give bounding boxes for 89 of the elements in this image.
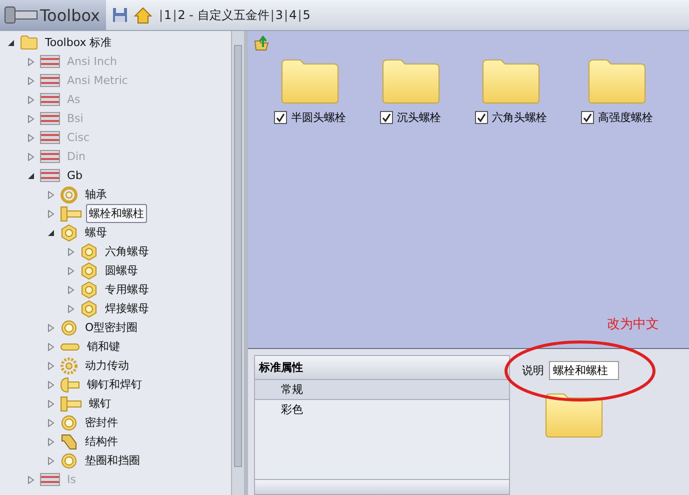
breadcrumb-link[interactable]: 4 [289, 8, 297, 22]
description-field[interactable]: 螺栓和螺柱 [549, 361, 619, 380]
property-row[interactable]: 常规 [255, 380, 509, 400]
tree-item[interactable]: 垫圈和挡圈 [82, 451, 143, 470]
rivet-icon [60, 376, 80, 392]
collapse-arrow-icon[interactable] [26, 172, 36, 180]
breadcrumb-link[interactable]: 3 [275, 8, 284, 22]
collapse-arrow-icon[interactable] [46, 228, 56, 236]
expand-arrow-icon[interactable] [66, 304, 76, 312]
bearing-icon [60, 186, 78, 204]
expand-arrow-icon[interactable] [46, 400, 56, 408]
flag-icon [40, 150, 60, 163]
tree-item[interactable]: 六角螺母 [102, 242, 152, 261]
expand-arrow-icon[interactable] [46, 190, 56, 198]
annotation-text: 改为中文 [607, 316, 659, 333]
gear-icon [60, 356, 78, 374]
checkbox[interactable] [581, 111, 594, 124]
breadcrumb-link[interactable]: 5 [302, 8, 310, 22]
app-title: Toolbox [40, 6, 100, 24]
tree-item[interactable]: 专用螺母 [102, 280, 152, 299]
nut-icon [80, 242, 98, 260]
tree-item[interactable]: 结构件 [82, 432, 121, 451]
tree-item[interactable]: 密封件 [82, 413, 121, 432]
folder-label: 半圆头螺栓 [291, 110, 346, 125]
checkbox[interactable] [475, 111, 488, 124]
scrollbar[interactable] [231, 31, 244, 495]
separator-text: | [269, 8, 276, 22]
expand-arrow-icon[interactable] [46, 210, 56, 218]
flag-icon [40, 169, 60, 182]
flag-icon [40, 74, 60, 87]
folder-icon [20, 35, 38, 50]
nut-icon [80, 280, 98, 298]
tree-item[interactable]: 圆螺母 [102, 261, 141, 280]
scrollbar-thumb[interactable] [234, 45, 242, 467]
ring-icon [60, 414, 78, 432]
field-label: 说明 [522, 363, 544, 378]
checkbox[interactable] [380, 111, 393, 124]
expand-arrow-icon[interactable] [66, 266, 76, 274]
folder-label: 高强度螺栓 [598, 110, 653, 125]
tree-item[interactable]: Toolbox 标准 [42, 33, 115, 52]
expand-arrow-icon[interactable] [46, 324, 56, 332]
nut-icon [80, 262, 98, 280]
tree-item[interactable]: Gb [64, 167, 86, 184]
checkbox[interactable] [274, 111, 287, 124]
flag-icon [40, 55, 60, 68]
nut-icon [60, 224, 78, 242]
ring-icon [60, 452, 78, 470]
breadcrumb-link[interactable]: 1 [164, 8, 172, 22]
tree-item[interactable]: 轴承 [82, 185, 110, 204]
flag-icon [40, 473, 60, 486]
collapse-arrow-icon[interactable] [6, 38, 16, 46]
separator-text: | [158, 8, 164, 22]
expand-arrow-icon[interactable] [46, 418, 56, 426]
expand-arrow-icon[interactable] [46, 380, 56, 388]
expand-arrow-icon[interactable] [66, 248, 76, 256]
tree-item[interactable]: 动力传动 [82, 356, 132, 375]
folder-label: 沉头螺栓 [397, 110, 441, 125]
bolt-icon [60, 206, 82, 222]
property-row[interactable]: 彩色 [255, 400, 509, 420]
breadcrumb-link[interactable]: 2 - 自定义五金件 [178, 6, 270, 24]
tree-item[interactable]: 销和键 [84, 337, 123, 356]
tree-item[interactable]: 螺栓和螺柱 [86, 204, 147, 223]
tree-item[interactable]: 螺母 [82, 223, 110, 242]
home-icon[interactable] [134, 6, 152, 24]
flag-icon [40, 112, 60, 125]
nut-icon [80, 300, 98, 318]
tree-item[interactable]: 螺钉 [86, 394, 114, 413]
flag-icon [40, 131, 60, 144]
tree-item[interactable]: 焊接螺母 [102, 299, 152, 318]
separator-text: | [172, 8, 178, 22]
tree-item[interactable]: O型密封圈 [82, 318, 141, 337]
separator-text: | [283, 8, 290, 22]
expand-arrow-icon[interactable] [46, 342, 56, 350]
save-icon[interactable] [112, 7, 128, 23]
folder-up-icon[interactable] [254, 35, 270, 51]
panel-header: 标准属性 [255, 356, 509, 380]
expand-arrow-icon[interactable] [46, 438, 56, 446]
expand-arrow-icon[interactable] [46, 456, 56, 464]
pin-icon [60, 342, 80, 352]
ring-icon [60, 318, 78, 336]
folder-label: 六角头螺栓 [492, 110, 547, 125]
bolt-icon [60, 396, 82, 412]
separator-text: | [296, 8, 303, 22]
bolt-icon [4, 5, 38, 25]
expand-arrow-icon[interactable] [46, 362, 56, 370]
beam-icon [60, 432, 78, 450]
expand-arrow-icon[interactable] [66, 286, 76, 294]
flag-icon [40, 93, 60, 106]
tree-item[interactable]: 铆钉和焊钉 [84, 375, 145, 394]
